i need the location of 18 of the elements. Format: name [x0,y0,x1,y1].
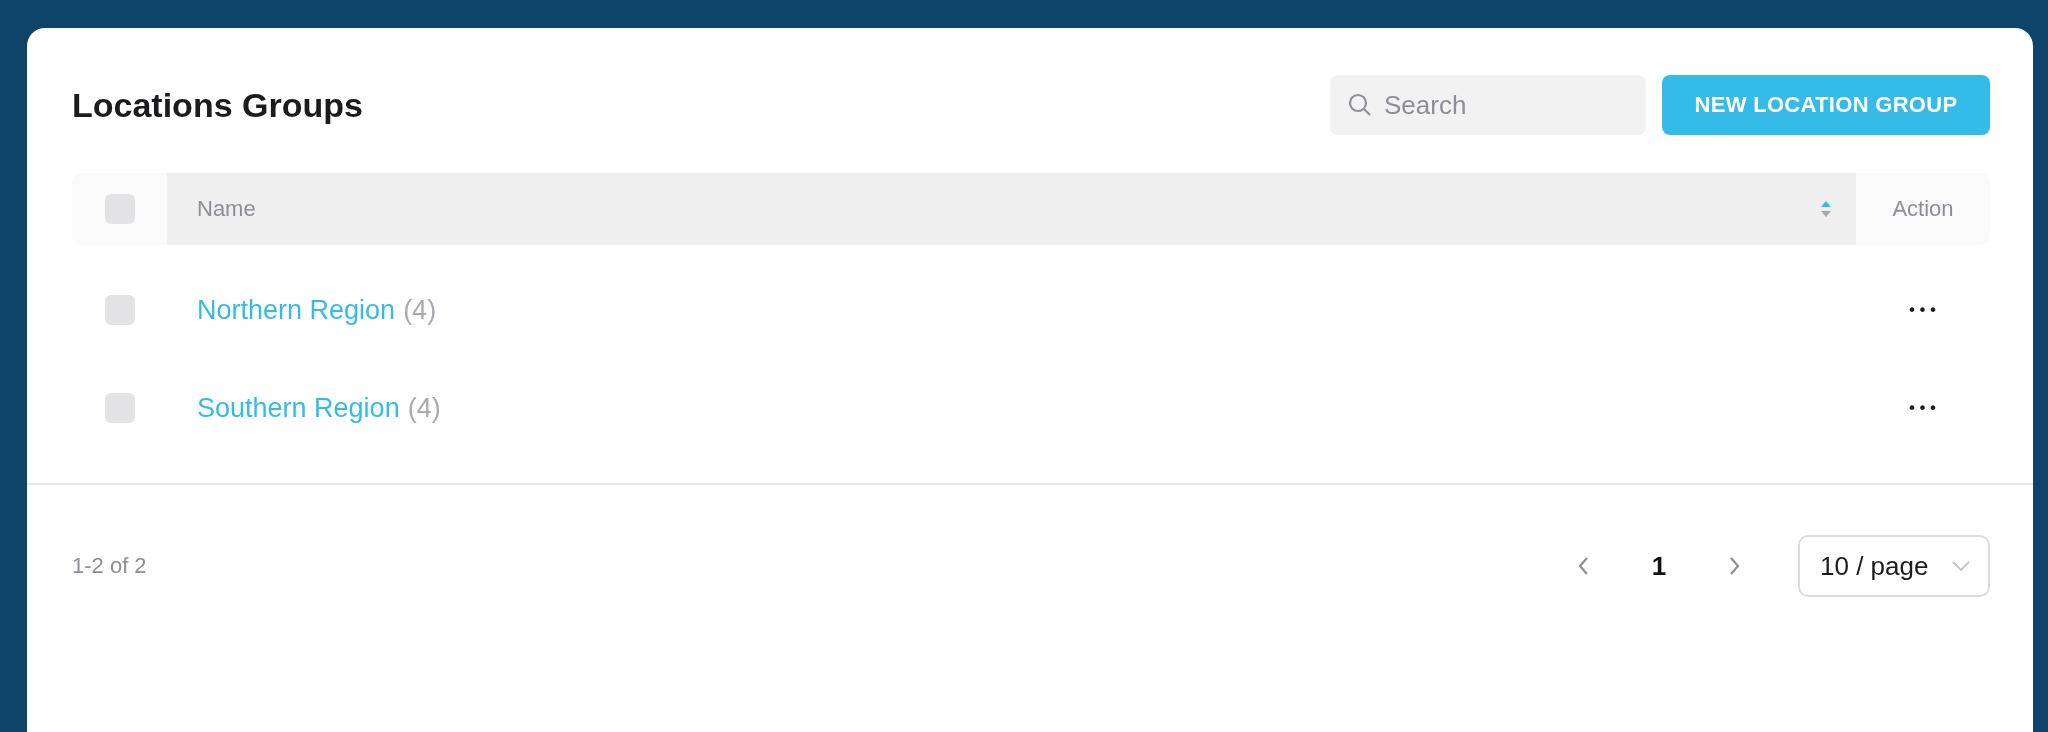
search-icon [1348,93,1372,117]
page-size-select[interactable]: 10 / page [1798,535,1990,597]
more-actions-button[interactable]: ••• [1856,299,1990,321]
sort-icon[interactable] [1820,200,1832,218]
column-header: Name [197,196,256,222]
row-checkbox[interactable] [104,393,135,423]
row-checkbox[interactable] [104,295,135,325]
page-button[interactable]: 1 [1634,541,1684,591]
search-field[interactable]: Search [1330,75,1646,135]
column-header: Action [1892,196,1954,222]
chevron-right-icon [1729,556,1741,576]
range-text: 1-2 of 2 [72,553,148,579]
group-count: (4) [407,392,441,424]
chevron-down-icon [1952,561,1970,571]
chevron-left-icon [1577,556,1589,576]
page-title: Locations Groups [72,85,364,125]
more-actions-button[interactable]: ••• [1856,397,1990,419]
group-count: (4) [403,294,437,326]
